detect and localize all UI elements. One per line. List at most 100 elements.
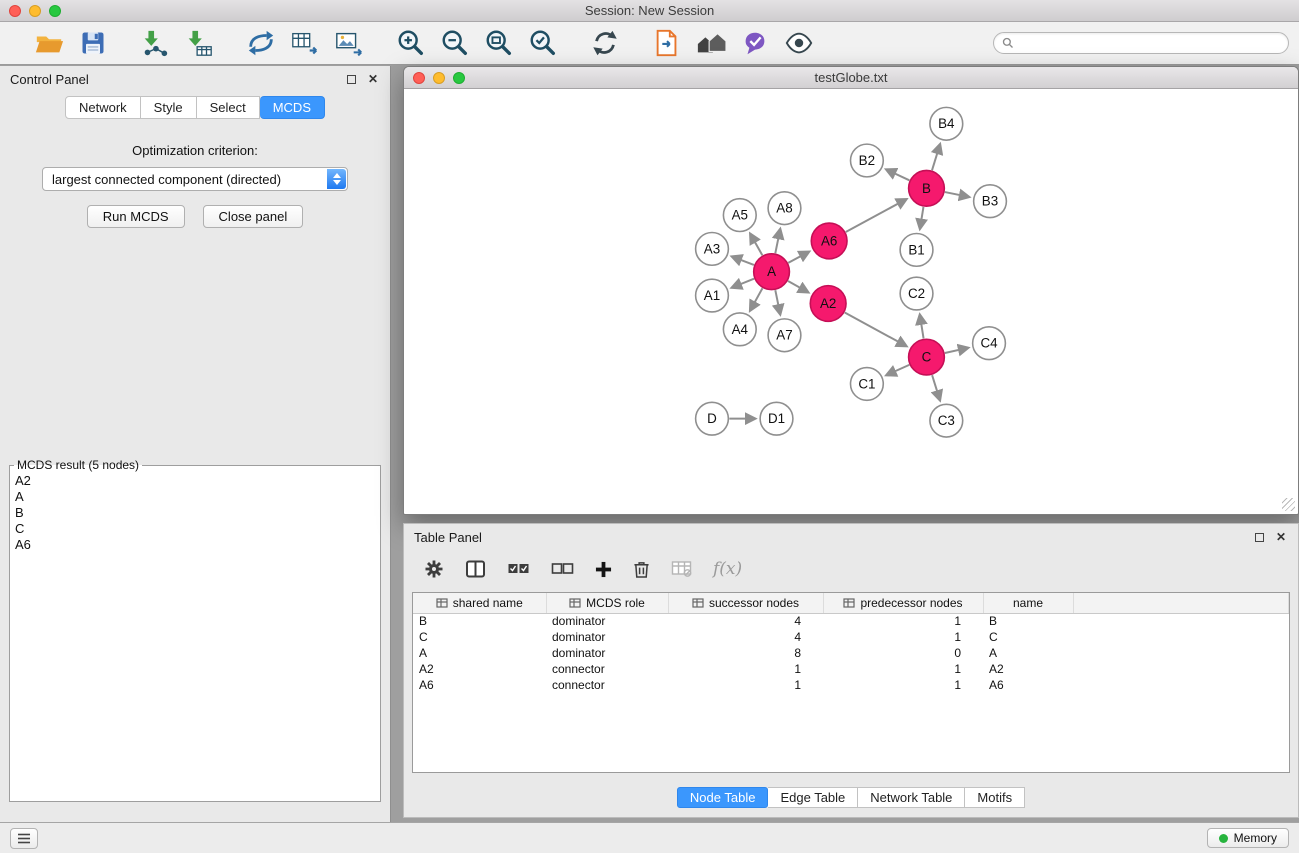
mcds-result-item[interactable]: A2 [12,473,378,489]
table-cell: 8 [668,645,823,661]
tab-mcds[interactable]: MCDS [260,96,325,119]
zoom-selected-button[interactable] [526,26,560,60]
deselect-all-button[interactable] [551,562,574,576]
tab-edge-table[interactable]: Edge Table [768,787,858,808]
network-node-D1[interactable]: D1 [760,402,793,435]
table-settings-button[interactable] [424,559,444,579]
table-row[interactable]: Cdominator41C [413,629,1289,645]
network-canvas[interactable]: B4 B2 B B3 A8 A5 A6 A3 B1 A C2 A1 A2 A4 A7 C4 C C1 D D1 C3 [405,90,1297,513]
zoom-fit-button[interactable] [482,26,516,60]
import-network-button[interactable] [138,26,172,60]
memory-button[interactable]: Memory [1207,828,1289,848]
table-row[interactable]: Bdominator41B [413,613,1289,629]
node-table-container: shared name MCDS role successor nodes pr… [412,592,1290,773]
delete-column-button[interactable] [633,560,650,579]
table-cell: 1 [823,661,983,677]
table-cell: connector [546,661,668,677]
network-close-button[interactable] [413,72,425,84]
task-history-button[interactable] [10,828,38,849]
network-node-A7[interactable]: A7 [768,319,801,352]
network-node-A2[interactable]: A2 [810,286,846,322]
table-float-panel-button[interactable] [1252,530,1266,544]
table-close-panel-button[interactable]: ✕ [1274,530,1288,544]
float-panel-button[interactable] [344,72,358,86]
network-node-A5[interactable]: A5 [723,199,756,232]
table-cell-filler [1073,645,1289,661]
search-box[interactable] [993,32,1289,54]
network-minimize-button[interactable] [433,72,445,84]
mcds-result-item[interactable]: A [12,489,378,505]
table-row[interactable]: A6connector11A6 [413,677,1289,693]
memory-label: Memory [1234,831,1277,845]
search-input[interactable] [1019,36,1280,50]
save-session-button[interactable] [76,26,110,60]
network-node-A3[interactable]: A3 [696,232,729,265]
minimize-window-button[interactable] [29,5,41,17]
network-node-A4[interactable]: A4 [723,313,756,346]
network-node-A[interactable]: A [754,254,790,290]
tab-style[interactable]: Style [141,96,197,119]
network-node-D[interactable]: D [696,402,729,435]
export-image-button[interactable] [332,26,366,60]
network-node-A6[interactable]: A6 [811,223,847,259]
export-table-button[interactable] [288,26,322,60]
network-node-C1[interactable]: C1 [851,368,884,401]
network-zoom-button[interactable] [453,72,465,84]
table-toolbar: f(x) [404,550,1298,588]
refresh-view-button[interactable] [588,26,622,60]
close-panel-action-button[interactable]: Close panel [203,205,304,228]
new-network-button[interactable] [244,26,278,60]
run-mcds-button[interactable]: Run MCDS [87,205,185,228]
function-builder-button[interactable]: f(x) [713,559,742,579]
column-visibility-button[interactable] [465,560,486,578]
network-node-B2[interactable]: B2 [851,144,884,177]
window-resize-grip[interactable] [1282,498,1295,511]
network-node-B3[interactable]: B3 [974,185,1007,218]
optimization-criterion-select[interactable]: largest connected component (directed) [42,167,348,191]
network-node-A1[interactable]: A1 [696,279,729,312]
table-row[interactable]: Adominator80A [413,645,1289,661]
close-panel-button[interactable]: ✕ [366,72,380,86]
list-icon [17,833,31,844]
column-header-predecessor-nodes[interactable]: predecessor nodes [823,593,983,613]
control-panel-header: Control Panel ✕ [0,66,390,92]
network-node-B4[interactable]: B4 [930,107,963,140]
zoom-window-button[interactable] [49,5,61,17]
mcds-result-item[interactable]: B [12,505,378,521]
tab-select[interactable]: Select [197,96,260,119]
import-session-button[interactable] [650,26,684,60]
columns-icon [465,560,486,578]
network-node-C4[interactable]: C4 [973,327,1006,360]
open-session-button[interactable] [32,26,66,60]
validate-button[interactable] [738,26,772,60]
network-node-C[interactable]: C [909,339,945,375]
network-edge-A-A2 [788,281,808,292]
tab-motifs[interactable]: Motifs [965,787,1025,808]
network-node-B[interactable]: B [909,170,945,206]
tab-node-table[interactable]: Node Table [677,787,769,808]
network-view[interactable]: B4 B2 B B3 A8 A5 A6 A3 B1 A C2 A1 A2 A4 A7 C4 C C1 D D1 C3 [405,90,1297,513]
zoom-out-button[interactable] [438,26,472,60]
close-window-button[interactable] [9,5,21,17]
delete-table-button[interactable] [671,561,692,577]
tab-network[interactable]: Network [65,96,141,119]
column-header-name[interactable]: name [983,593,1073,613]
mcds-result-item[interactable]: C [12,521,378,537]
network-node-B1[interactable]: B1 [900,233,933,266]
network-node-A8[interactable]: A8 [768,192,801,225]
tab-network-table[interactable]: Network Table [858,787,965,808]
column-header-successor-nodes[interactable]: successor nodes [668,593,823,613]
table-row[interactable]: A2connector11A2 [413,661,1289,677]
select-all-button[interactable] [507,562,530,576]
toggle-visibility-button[interactable] [782,26,816,60]
mcds-result-item[interactable]: A6 [12,537,378,553]
zoom-in-button[interactable] [394,26,428,60]
import-table-button[interactable] [182,26,216,60]
table-cell: A6 [983,677,1073,693]
create-column-button[interactable] [595,561,612,578]
network-node-C3[interactable]: C3 [930,404,963,437]
home-view-button[interactable] [694,26,728,60]
network-node-C2[interactable]: C2 [900,277,933,310]
column-header-mcds-role[interactable]: MCDS role [546,593,668,613]
column-header-shared-name[interactable]: shared name [413,593,546,613]
